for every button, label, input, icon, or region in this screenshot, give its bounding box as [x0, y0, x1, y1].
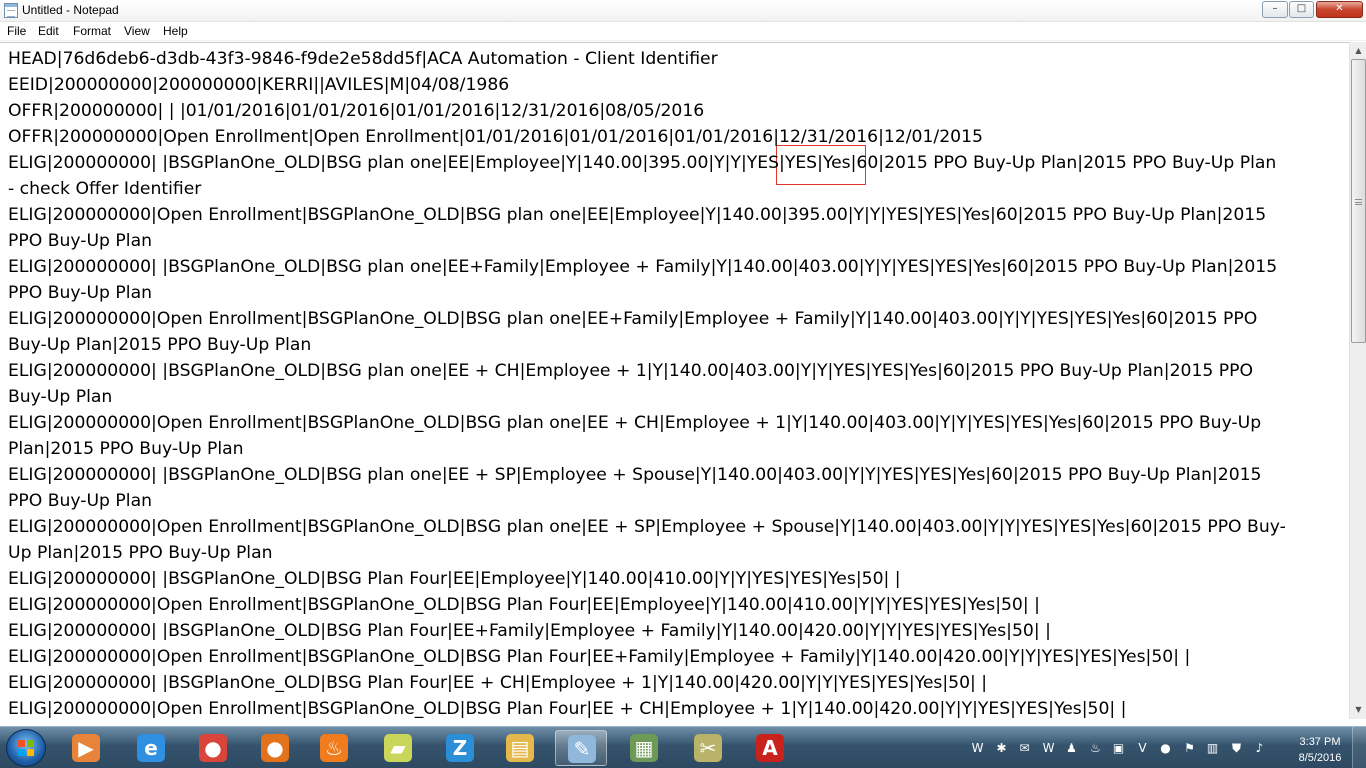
- menu-bar: File Edit Format View Help: [0, 22, 1366, 41]
- text-line: - check Offer Identifier: [8, 179, 202, 199]
- taskbar-button[interactable]: ●: [187, 730, 239, 766]
- acrobat-icon: A: [756, 734, 784, 762]
- scrollbar-thumb[interactable]: [1351, 59, 1366, 343]
- sticky-notes-icon: ▰: [384, 734, 412, 762]
- text-editor-area[interactable]: HEAD|76d6deb6-d3db-43f3-9846-f9de2e58dd5…: [0, 42, 1349, 719]
- firefox-tray-icon[interactable]: ●: [1158, 741, 1173, 755]
- text-line: PPO Buy-Up Plan: [8, 491, 152, 511]
- chrome-icon: ●: [199, 734, 227, 762]
- media-center-icon: ▶: [72, 734, 100, 762]
- maximize-button[interactable]: □: [1289, 1, 1314, 18]
- taskbar-button[interactable]: ✎: [555, 730, 607, 766]
- text-line: ELIG|200000000| |BSGPlanOne_OLD|BSG Plan…: [8, 621, 1051, 641]
- monitor-tray-icon[interactable]: ▣: [1111, 741, 1126, 755]
- file-explorer-icon: ▤: [506, 734, 534, 762]
- close-button[interactable]: ✕: [1316, 1, 1363, 18]
- flame-app-icon: ♨: [320, 734, 348, 762]
- taskbar-button[interactable]: e: [125, 730, 177, 766]
- taskbar-button[interactable]: ▰: [372, 730, 424, 766]
- z-app-icon: Z: [446, 734, 474, 762]
- internet-explorer-icon: e: [137, 734, 165, 762]
- taskbar-button[interactable]: ●: [249, 730, 301, 766]
- menu-format[interactable]: Format: [73, 24, 111, 38]
- menu-view[interactable]: View: [124, 24, 150, 38]
- vertical-scrollbar[interactable]: ▲ ▼: [1349, 42, 1366, 719]
- text-line: Buy-Up Plan|2015 PPO Buy-Up Plan: [8, 335, 312, 355]
- text-line: HEAD|76d6deb6-d3db-43f3-9846-f9de2e58dd5…: [8, 49, 718, 69]
- firefox-icon: ●: [261, 734, 289, 762]
- taskbar: 3:37 PM 8/5/2016 ▶ e ● ● ♨ ▰ Z ▤ ✎ ▦ ✂ A W ✱ ✉ W ♟ ♨ ▣ V ● ⚑ ▥…: [0, 726, 1366, 768]
- text-line: Buy-Up Plan: [8, 387, 113, 407]
- menu-edit[interactable]: Edit: [38, 24, 59, 38]
- antivirus-tray-icon[interactable]: V: [1135, 741, 1150, 755]
- notepad-icon: ✎: [568, 735, 596, 763]
- text-line: ELIG|200000000| |BSGPlanOne_OLD|BSG Plan…: [8, 673, 988, 693]
- mail-tray-icon[interactable]: ✉: [1017, 741, 1032, 755]
- java-tray-icon[interactable]: ♨: [1088, 741, 1103, 755]
- title-bar: Untitled - Notepad – □ ✕: [0, 0, 1366, 22]
- taskbar-button[interactable]: ✂: [682, 730, 734, 766]
- text-line: Plan|2015 PPO Buy-Up Plan: [8, 439, 244, 459]
- window-title: Untitled - Notepad: [22, 3, 119, 17]
- volume-tray-icon[interactable]: ♪: [1252, 741, 1267, 755]
- taskbar-button[interactable]: ▤: [494, 730, 546, 766]
- text-line: EEID|200000000|200000000|KERRI||AVILES|M…: [8, 75, 510, 95]
- menu-file[interactable]: File: [7, 24, 26, 38]
- text-line: ELIG|200000000| |BSGPlanOne_OLD|BSG Plan…: [8, 569, 901, 589]
- show-desktop-button[interactable]: [1352, 727, 1366, 768]
- scrollbar-grip-icon: [1355, 199, 1362, 205]
- text-line: ELIG|200000000|Open Enrollment|BSGPlanOn…: [8, 309, 1258, 329]
- text-line: Up Plan|2015 PPO Buy-Up Plan: [8, 543, 273, 563]
- text-line: ELIG|200000000|Open Enrollment|BSGPlanOn…: [8, 595, 1040, 615]
- text-line: ELIG|200000000| |BSGPlanOne_OLD|BSG plan…: [8, 257, 1278, 277]
- clock-time: 3:37 PM: [1299, 736, 1341, 748]
- network-tray-icon[interactable]: ▥: [1205, 741, 1220, 755]
- text-line: ELIG|200000000| |BSGPlanOne_OLD|BSG plan…: [8, 465, 1262, 485]
- network-share-tray-icon[interactable]: ✱: [994, 741, 1009, 755]
- text-line: ELIG|200000000| |BSGPlanOne_OLD|BSG plan…: [8, 153, 1277, 173]
- wifi-tray-icon[interactable]: W: [1041, 741, 1056, 755]
- scroll-down-button[interactable]: ▼: [1351, 702, 1366, 718]
- text-line: ELIG|200000000| |BSGPlanOne_OLD|BSG plan…: [8, 361, 1254, 381]
- spreadsheet-app-icon: ▦: [630, 734, 658, 762]
- taskbar-button[interactable]: ♨: [308, 730, 360, 766]
- system-clock[interactable]: 3:37 PM 8/5/2016: [1278, 734, 1362, 766]
- start-button[interactable]: [6, 729, 46, 767]
- tools-app-icon: ✂: [694, 734, 722, 762]
- minimize-button[interactable]: –: [1262, 1, 1288, 18]
- text-line: PPO Buy-Up Plan: [8, 283, 152, 303]
- text-line: ELIG|200000000|Open Enrollment|BSGPlanOn…: [8, 413, 1262, 433]
- security-tray-icon[interactable]: ⛊: [1229, 741, 1244, 755]
- text-line: PPO Buy-Up Plan: [8, 231, 152, 251]
- text-line: ELIG|200000000|Open Enrollment|BSGPlanOn…: [8, 205, 1267, 225]
- text-line: OFFR|200000000| | |01/01/2016|01/01/2016…: [8, 101, 705, 121]
- scroll-up-button[interactable]: ▲: [1351, 43, 1366, 59]
- text-line: ELIG|200000000|Open Enrollment|BSGPlanOn…: [8, 517, 1286, 537]
- taskbar-button[interactable]: A: [744, 730, 796, 766]
- menu-help[interactable]: Help: [163, 24, 188, 38]
- taskbar-button[interactable]: ▦: [618, 730, 670, 766]
- text-line: ELIG|200000000|Open Enrollment|BSGPlanOn…: [8, 699, 1127, 719]
- clock-date: 8/5/2016: [1298, 752, 1342, 764]
- taskbar-button[interactable]: Z: [434, 730, 486, 766]
- text-line: OFFR|200000000|Open Enrollment|Open Enro…: [8, 127, 983, 147]
- flag-tray-icon[interactable]: ⚑: [1182, 741, 1197, 755]
- taskbar-button[interactable]: ▶: [60, 730, 112, 766]
- users-tray-icon[interactable]: ♟: [1064, 741, 1079, 755]
- shield-tray-icon[interactable]: W: [970, 741, 985, 755]
- text-line: ELIG|200000000|Open Enrollment|BSGPlanOn…: [8, 647, 1191, 667]
- notepad-app-icon[interactable]: [4, 3, 18, 18]
